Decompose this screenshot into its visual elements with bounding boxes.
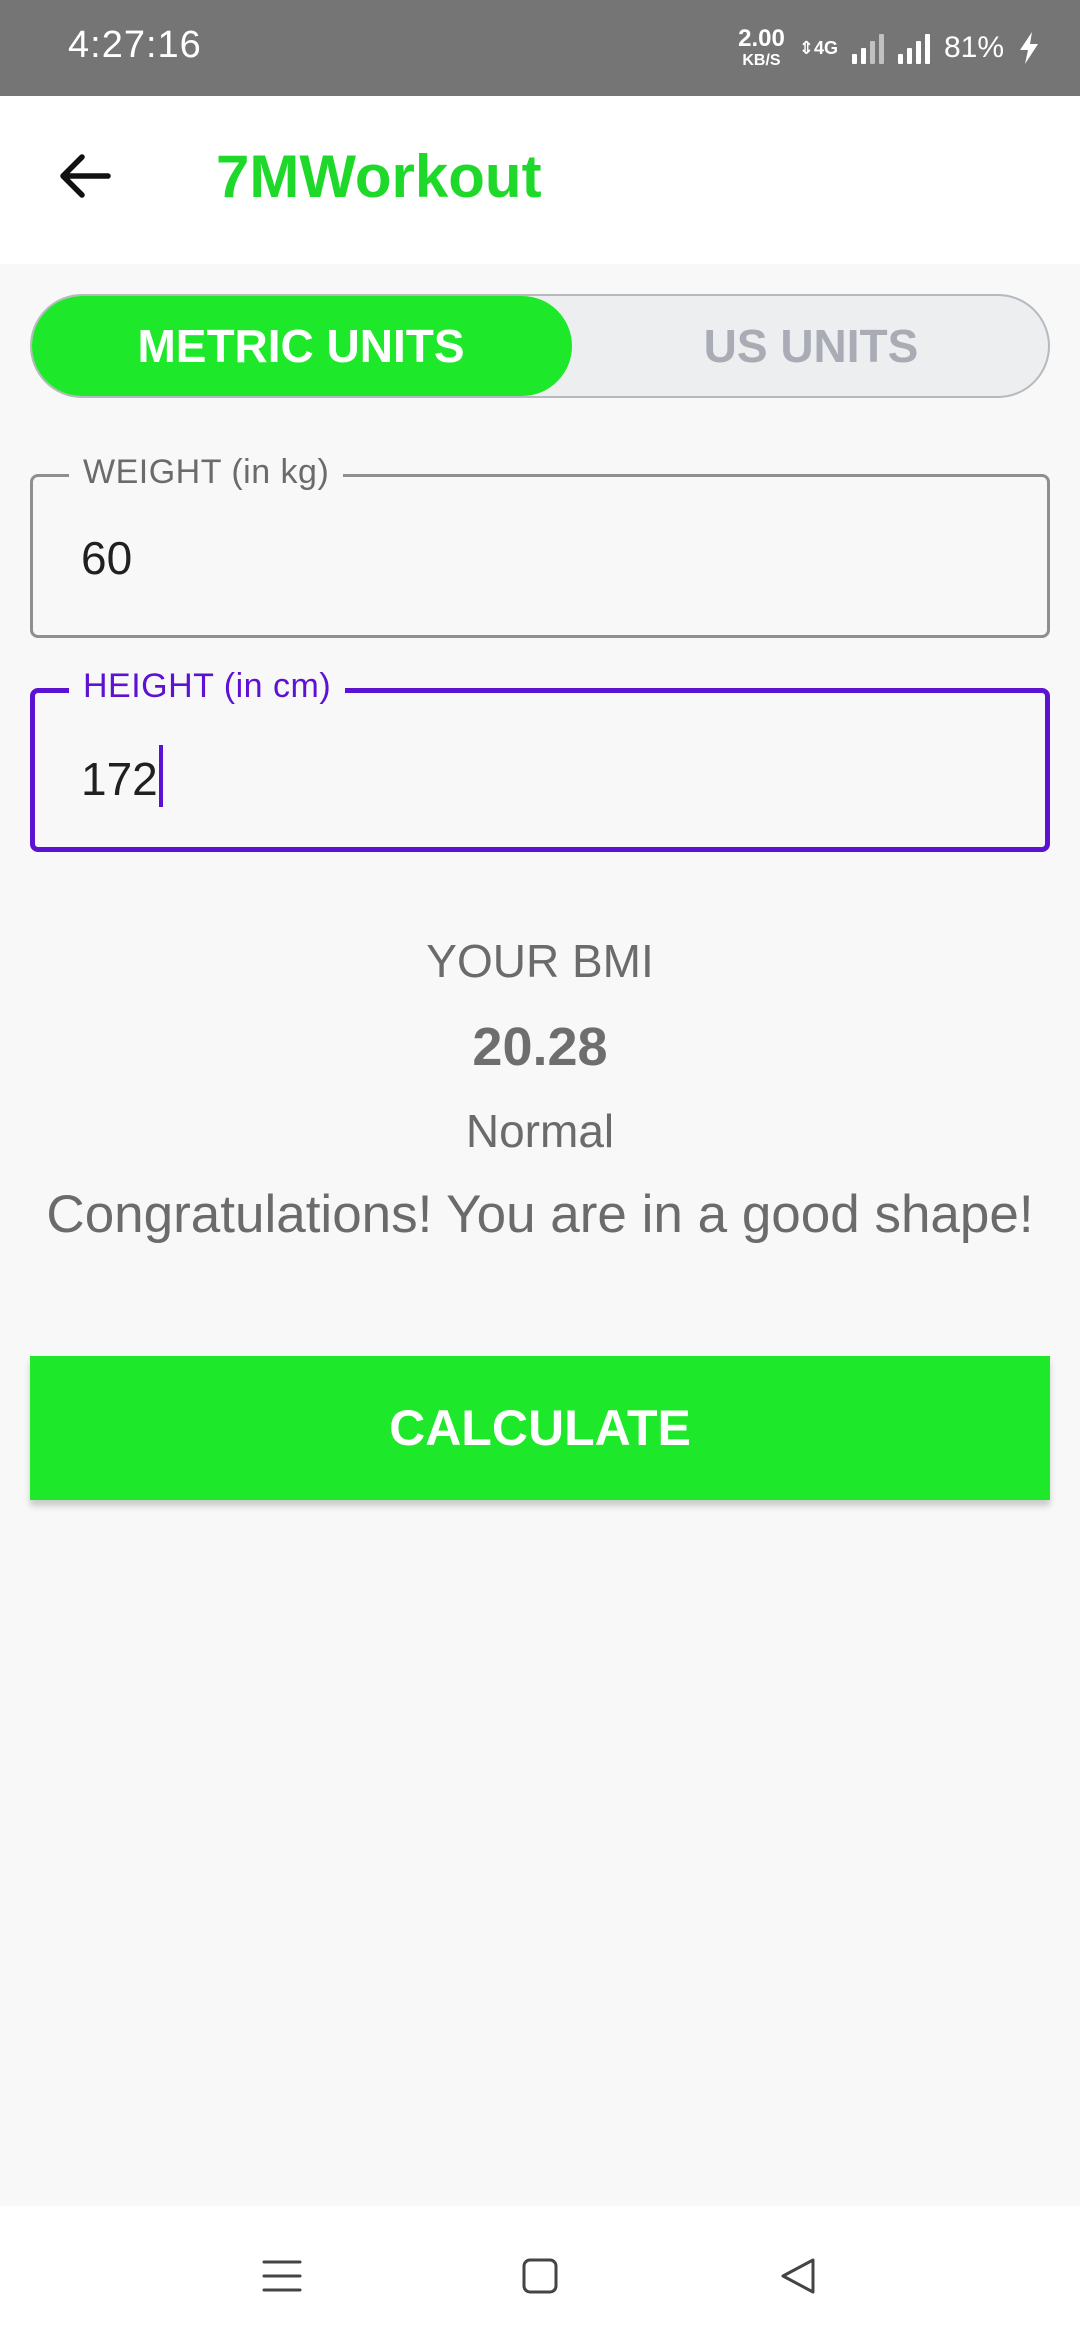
bmi-description: Congratulations! You are in a good shape…: [46, 1185, 1034, 1244]
height-input-value: 172: [81, 753, 158, 805]
system-nav-bar: [0, 2206, 1080, 2340]
page-title: 7MWorkout: [216, 143, 542, 210]
home-button[interactable]: [500, 2236, 580, 2316]
text-cursor: [158, 745, 163, 807]
signal-2-icon: [897, 32, 930, 64]
status-icons: 2.00 KB/S ⇕4G 81%: [738, 22, 1040, 74]
back-button[interactable]: [44, 136, 124, 216]
metric-units-tab[interactable]: METRIC UNITS: [32, 296, 572, 396]
height-field-label: HEIGHT (in cm): [69, 667, 346, 706]
menu-icon: [262, 2260, 302, 2292]
network-speed-unit: KB/S: [742, 52, 781, 69]
weight-field[interactable]: WEIGHT (in kg) 60: [30, 453, 1050, 638]
bmi-type: Normal: [465, 1105, 615, 1157]
network-type: ⇕4G: [798, 37, 838, 58]
network-speed-value: 2.00: [738, 25, 785, 52]
weight-field-label: WEIGHT (in kg): [69, 453, 344, 492]
charging-bolt-icon: [1020, 32, 1038, 64]
height-input[interactable]: 172: [81, 745, 163, 807]
network-speed: 2.00 KB/S: [738, 27, 785, 69]
recents-button[interactable]: [242, 2236, 322, 2316]
bmi-label: YOUR BMI: [426, 935, 654, 987]
units-toggle: METRIC UNITS US UNITS: [30, 294, 1050, 398]
weight-input[interactable]: 60: [81, 531, 132, 585]
network-type-label: 4G: [813, 37, 838, 58]
battery-level: 81%: [943, 31, 1004, 64]
status-time: 4:27:16: [68, 24, 202, 66]
signal-1-icon: [851, 32, 884, 64]
height-field[interactable]: HEIGHT (in cm) 172: [30, 667, 1050, 852]
arrow-left-icon: [60, 154, 111, 198]
calculate-button[interactable]: CALCULATE: [30, 1356, 1050, 1500]
back-nav-button[interactable]: [758, 2236, 838, 2316]
status-bar: 4:27:16 2.00 KB/S ⇕4G 81%: [0, 0, 1080, 96]
us-units-tab[interactable]: US UNITS: [572, 296, 1048, 396]
app-bar: 7MWorkout: [0, 96, 1080, 264]
back-triangle-icon: [781, 2258, 815, 2294]
bmi-value: 20.28: [472, 1017, 608, 1077]
home-square-icon: [522, 2258, 558, 2294]
